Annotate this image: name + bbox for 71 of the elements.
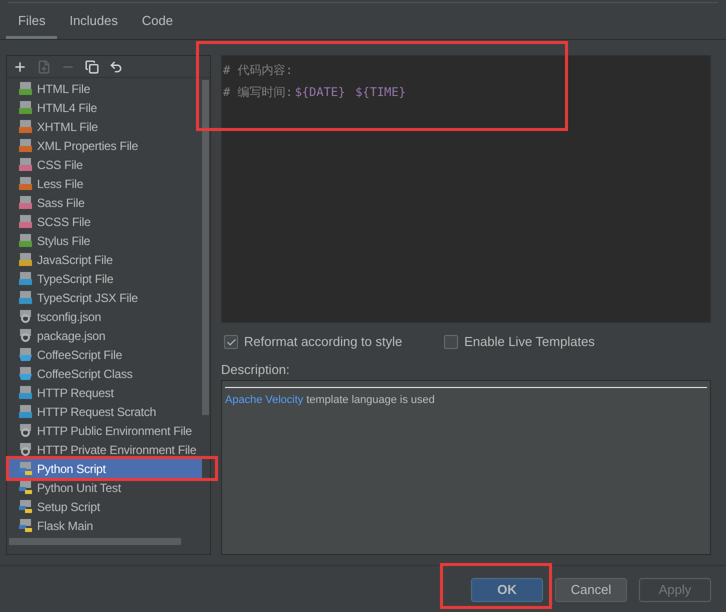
python-file-icon [19, 481, 32, 494]
template-item[interactable]: TypeScript JSX File [7, 288, 202, 307]
horizontal-scrollbar[interactable] [9, 538, 181, 545]
undo-icon[interactable] [109, 60, 123, 74]
vertical-scrollbar[interactable] [202, 80, 209, 415]
file-badge-icon [19, 82, 32, 95]
template-item[interactable]: CSS File [7, 155, 202, 174]
template-item[interactable]: Less File [7, 174, 202, 193]
template-item[interactable]: HTML4 File [7, 98, 202, 117]
template-item[interactable]: JavaScript File [7, 250, 202, 269]
ok-button[interactable]: OK [471, 578, 543, 602]
code-comment: # 代码内容: [223, 62, 293, 79]
template-item[interactable]: TypeScript File [7, 269, 202, 288]
settings-file-icon [19, 310, 32, 323]
add-icon[interactable] [13, 60, 27, 74]
template-variable: ${TIME} [355, 84, 406, 101]
cup-file-icon [19, 367, 32, 380]
template-item[interactable]: Stylus File [7, 231, 202, 250]
file-badge-icon [19, 253, 32, 266]
check-icon [226, 336, 236, 348]
velocity-link[interactable]: Apache Velocity [225, 394, 304, 406]
file-badge-icon [19, 234, 32, 247]
file-badge-icon [19, 101, 32, 114]
description-label: Description: [221, 361, 291, 379]
template-item[interactable]: HTML File [7, 79, 202, 98]
description-text: Apache Velocity template language is used [225, 393, 436, 408]
file-badge-icon [19, 196, 32, 209]
template-item[interactable]: SCSS File [7, 212, 202, 231]
template-item[interactable]: tsconfig.json [7, 307, 202, 326]
template-item[interactable]: HTTP Request [7, 383, 202, 402]
template-item[interactable]: XHTML File [7, 117, 202, 136]
file-badge-icon [19, 215, 32, 228]
template-item[interactable]: XML Properties File [7, 136, 202, 155]
template-variable: ${DATE} [294, 84, 346, 101]
code-editor[interactable]: # 代码内容: # 编写时间: ${DATE} ${TIME} [221, 55, 711, 323]
template-item[interactable]: Python Unit Test [7, 478, 202, 497]
dialog-button[interactable]: Cancel [555, 578, 627, 602]
settings-file-icon [19, 443, 32, 456]
file-badge-icon [19, 272, 32, 285]
file-badge-icon [19, 386, 32, 399]
tab[interactable]: Includes [57, 5, 130, 39]
file-badge-icon [19, 120, 32, 133]
template-item[interactable]: CoffeeScript File [7, 345, 202, 364]
template-item[interactable]: Python Script [7, 459, 202, 478]
template-item[interactable]: package.json [7, 326, 202, 345]
python-file-icon [19, 519, 32, 532]
file-badge-icon [19, 405, 32, 418]
tab[interactable]: Code [130, 5, 185, 39]
template-item[interactable]: HTTP Private Environment File [7, 440, 202, 459]
file-badge-icon [19, 177, 32, 190]
checkbox[interactable] [444, 335, 458, 349]
checkbox-label: Enable Live Templates [464, 333, 595, 352]
file-badge-icon [19, 158, 32, 171]
tab[interactable]: Files [6, 5, 58, 39]
python-file-icon [19, 500, 32, 513]
template-item[interactable]: HTTP Public Environment File [7, 421, 202, 440]
template-item[interactable]: Flask Main [7, 516, 202, 535]
template-item[interactable]: HTTP Request Scratch [7, 402, 202, 421]
settings-file-icon [19, 424, 32, 437]
code-comment: # 编写时间: [223, 84, 293, 101]
template-item[interactable]: CoffeeScript Class [7, 364, 202, 383]
settings-file-icon [19, 329, 32, 342]
checkbox-label: Reformat according to style [244, 333, 402, 352]
cup-file-icon [19, 348, 32, 361]
python-file-icon [19, 462, 32, 475]
copy-icon[interactable] [85, 60, 99, 74]
template-item[interactable]: Setup Script [7, 497, 202, 516]
file-badge-icon [19, 291, 32, 304]
template-item[interactable]: Sass File [7, 193, 202, 212]
file-badge-icon [19, 139, 32, 152]
checkbox[interactable] [224, 335, 238, 349]
